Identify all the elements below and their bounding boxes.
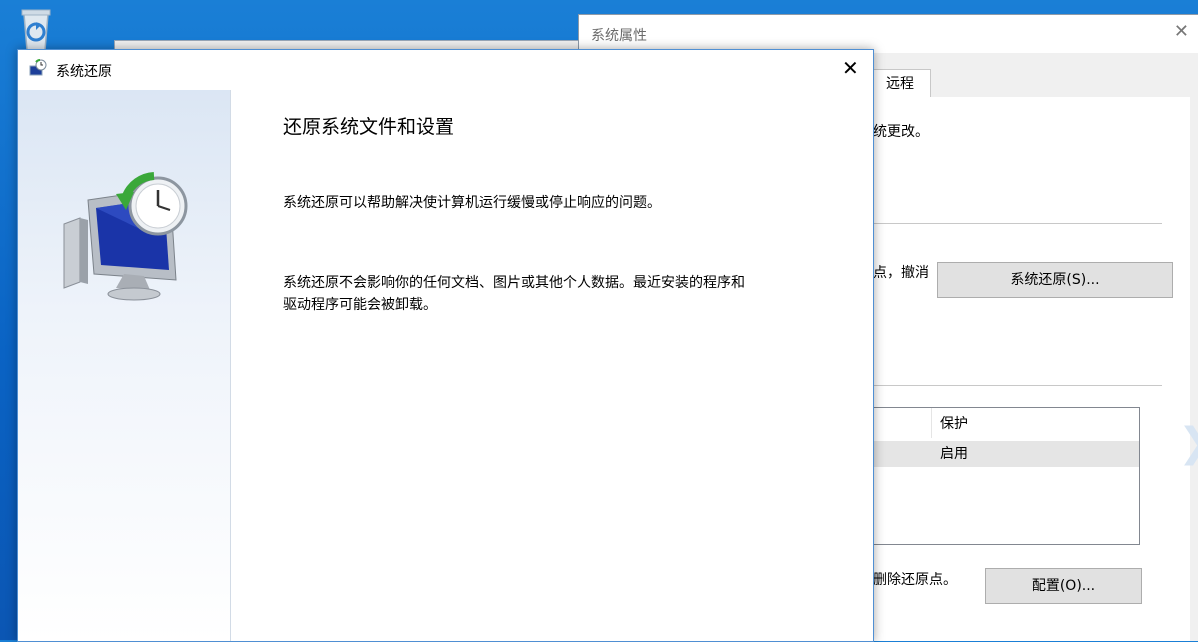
list-header[interactable]: 保护	[873, 411, 1139, 437]
system-restore-icon	[29, 59, 47, 76]
description-paragraph-2-line-1: 系统还原不会影响你的任何文档、图片或其他个人数据。最近安装的程序和	[283, 275, 745, 291]
wizard-side-panel	[18, 90, 231, 641]
list-item[interactable]: 启用	[873, 441, 1139, 467]
recycle-bin-icon[interactable]	[10, 4, 62, 52]
system-restore-wizard: 系统还原 ✕ 还原系统文件和设置 系统还原可以帮助解决使计算机运行缓慢或停止响应…	[17, 49, 874, 642]
system-properties-title: 系统属性	[591, 28, 647, 44]
system-restore-button[interactable]: 系统还原(S)...	[937, 262, 1173, 298]
configure-button[interactable]: 配置(O)...	[985, 568, 1142, 604]
description-paragraph-2-line-2: 驱动程序可能会被卸载。	[283, 297, 437, 313]
wizard-title: 系统还原	[56, 64, 112, 80]
page-title: 还原系统文件和设置	[283, 116, 455, 138]
system-properties-titlebar: 系统属性 ✕	[579, 15, 1198, 53]
separator	[873, 223, 1162, 224]
tab-panel	[859, 97, 1190, 641]
undo-text: 点，撤消	[873, 265, 929, 281]
close-icon[interactable]: ✕	[842, 56, 859, 80]
wizard-titlebar: 系统还原 ✕	[18, 50, 873, 90]
chevron-right-icon[interactable]: ❯	[1178, 420, 1198, 466]
list-header-protect: 保护	[940, 416, 968, 432]
delete-restore-points-text: 删除还原点。	[873, 572, 957, 588]
changes-text: 统更改。	[873, 124, 929, 140]
close-icon[interactable]: ✕	[1174, 21, 1189, 42]
protection-settings-list[interactable]: 保护 启用	[872, 407, 1140, 545]
separator	[873, 385, 1162, 386]
tab-remote[interactable]: 远程	[869, 69, 931, 98]
system-restore-illustration-icon	[63, 172, 188, 301]
description-paragraph-1: 系统还原可以帮助解决使计算机运行缓慢或停止响应的问题。	[283, 195, 661, 211]
list-value-enabled: 启用	[940, 446, 968, 462]
